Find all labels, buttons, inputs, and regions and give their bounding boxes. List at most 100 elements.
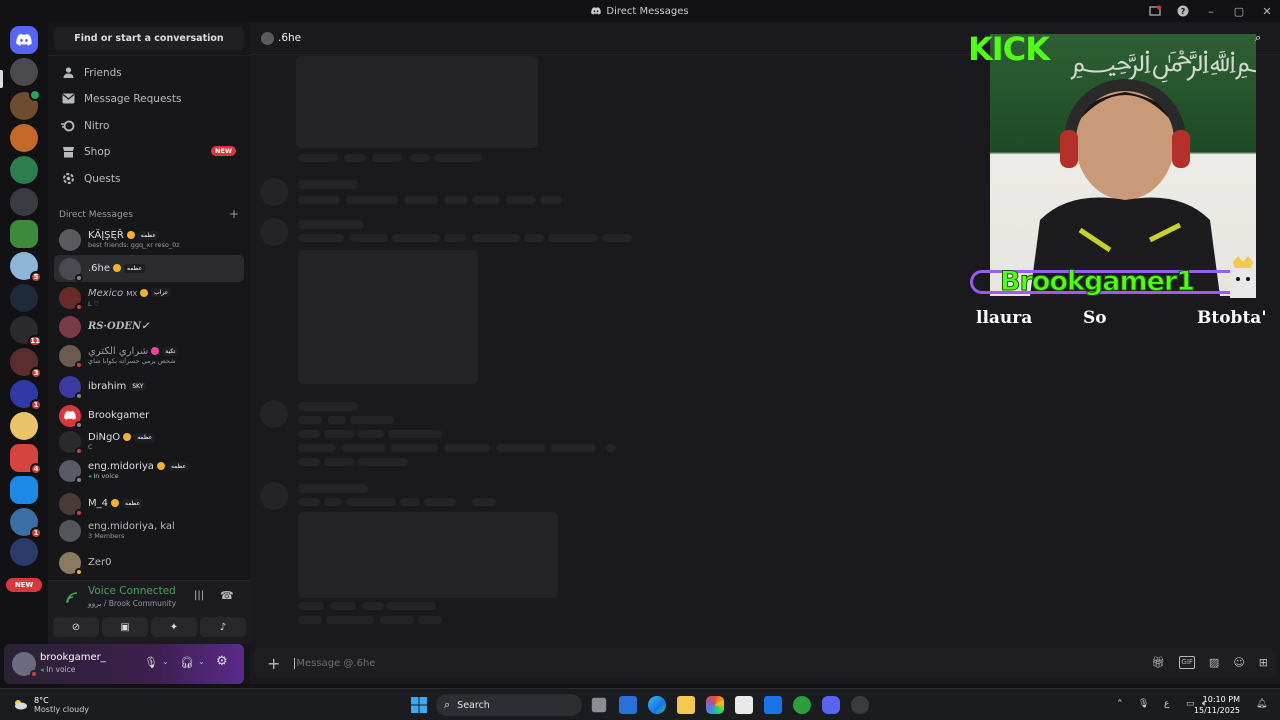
copilot-icon[interactable] xyxy=(706,696,724,714)
home-button[interactable] xyxy=(10,26,38,54)
apps-icon[interactable]: ⊞ xyxy=(1259,656,1268,669)
sticker-icon[interactable]: ▨ xyxy=(1209,656,1219,669)
dm-item[interactable]: Mexico MX عراب L ♡ xyxy=(54,284,244,311)
edge-browser-icon[interactable] xyxy=(648,696,666,714)
minimize-icon[interactable]: – xyxy=(1204,4,1218,18)
voice-status[interactable]: Voice Connected xyxy=(88,585,176,597)
server-icon[interactable]: 1 xyxy=(10,508,42,539)
disconnect-icon[interactable]: ☎ xyxy=(220,589,234,602)
server-icon[interactable] xyxy=(10,538,38,566)
loading-placeholder xyxy=(380,616,414,624)
xbox-icon[interactable] xyxy=(793,696,811,714)
search-icon[interactable]: ⌕ xyxy=(1255,31,1261,45)
voice-server[interactable]: بروو / Brook Community xyxy=(88,599,176,608)
windows-start-icon[interactable] xyxy=(410,696,428,714)
server-icon[interactable]: 4 xyxy=(10,444,42,475)
nav-nitro[interactable]: Nitro xyxy=(54,113,244,138)
server-icon[interactable] xyxy=(10,188,38,216)
dm-item[interactable]: DiNgO عظمه C xyxy=(54,428,244,455)
server-icon[interactable]: 5 xyxy=(10,252,42,283)
mail-icon xyxy=(60,91,76,107)
help-icon[interactable]: ? xyxy=(1176,4,1190,18)
loading-placeholder xyxy=(444,196,468,204)
loading-placeholder xyxy=(404,196,438,204)
file-explorer-icon[interactable] xyxy=(677,696,695,714)
server-icon[interactable] xyxy=(10,476,38,504)
nav-friends[interactable]: Friends xyxy=(54,60,244,85)
server-icon[interactable] xyxy=(10,220,38,248)
server-icon[interactable] xyxy=(10,124,38,152)
loading-placeholder xyxy=(472,196,500,204)
nav-message-requests[interactable]: Message Requests xyxy=(54,86,244,111)
user-avatar[interactable] xyxy=(12,652,38,678)
username[interactable]: brookgamer_ xyxy=(40,652,106,663)
paint-app-icon[interactable] xyxy=(619,696,637,714)
loading-placeholder xyxy=(496,444,546,452)
server-icon[interactable] xyxy=(10,58,38,86)
chevron-down-icon[interactable]: ⌄ xyxy=(162,657,169,666)
microphone-icon[interactable]: 🎙︎ xyxy=(144,656,158,669)
server-icon[interactable]: 11 xyxy=(10,316,42,347)
server-icon[interactable] xyxy=(10,412,38,440)
weather-widget[interactable]: 8°C Mostly cloudy xyxy=(12,695,89,714)
server-icon[interactable]: 3 xyxy=(10,348,42,379)
camera-button[interactable]: ⊘ xyxy=(53,617,99,637)
mail-app-icon[interactable] xyxy=(764,696,782,714)
loading-placeholder xyxy=(550,444,596,452)
dm-item[interactable]: ibrahim SKY xyxy=(54,373,244,400)
noise-suppression-icon[interactable]: ||| xyxy=(194,590,204,601)
loading-placeholder xyxy=(506,196,536,204)
dm-item-active[interactable]: .6he عظمه xyxy=(54,255,244,282)
dm-item[interactable]: eng.midoriya عظمه ◂ In voice xyxy=(54,457,244,484)
close-icon[interactable]: ✕ xyxy=(1260,4,1274,18)
taskbar-search[interactable]: ⌕ Search xyxy=(436,694,582,716)
dm-name-row: KÄĮŞĘŘ عظمه xyxy=(88,230,180,241)
windows-taskbar: 8°C Mostly cloudy ⌕ Search ⌃ 🎙︎ ع ▭ 🔈︎ 1… xyxy=(0,688,1280,720)
screen-share-button[interactable]: ▣ xyxy=(102,617,148,637)
obs-icon[interactable] xyxy=(851,696,869,714)
nav-quests[interactable]: Quests xyxy=(54,166,244,191)
chevron-up-icon[interactable]: ⌃ xyxy=(1116,699,1124,709)
message-input[interactable]: Message @.6he xyxy=(294,657,375,669)
server-icon[interactable] xyxy=(10,89,41,120)
nav-label: Shop xyxy=(84,145,111,158)
loading-placeholder xyxy=(298,484,368,493)
headphones-icon[interactable]: 🎧︎ xyxy=(180,656,194,669)
task-view-icon[interactable] xyxy=(591,697,607,713)
server-icon[interactable]: 1 xyxy=(10,380,42,411)
overlay-label: llaura xyxy=(976,308,1033,328)
notifications-icon[interactable]: 🔔︎ xyxy=(1256,699,1267,709)
add-dm-button[interactable]: + xyxy=(229,208,239,220)
clock[interactable]: 10:10 PM 15/11/2025 xyxy=(1194,694,1240,716)
server-icon[interactable] xyxy=(10,156,38,184)
discord-taskbar-icon[interactable] xyxy=(822,696,840,714)
find-conversation-button[interactable]: Find or start a conversation xyxy=(54,27,244,50)
dm-item[interactable]: Brookgamer xyxy=(54,402,244,429)
maximize-icon[interactable]: ▢ xyxy=(1232,4,1246,18)
dm-item[interactable]: M_4 عظمه xyxy=(54,490,244,517)
nav-shop[interactable]: Shop NEW xyxy=(54,139,244,164)
emoji-picker-icon[interactable]: ☺ xyxy=(1233,656,1244,669)
server-icon[interactable] xyxy=(10,284,38,312)
gift-icon[interactable]: 🎁︎ xyxy=(1151,656,1165,669)
input-language[interactable]: ع xyxy=(1164,699,1169,709)
loading-placeholder xyxy=(434,154,482,162)
microphone-icon[interactable]: 🎙︎ xyxy=(1138,699,1149,709)
inbox-icon[interactable] xyxy=(1148,4,1162,18)
dm-item[interactable]: eng.midoriya, kal 3 Members xyxy=(54,517,244,544)
status-dot xyxy=(75,273,83,282)
activities-button[interactable]: ✦ xyxy=(151,617,197,637)
dm-item[interactable]: KÄĮŞĘŘ عظمه best friends: ggq_xr reso_0z xyxy=(54,226,244,253)
loading-placeholder xyxy=(298,602,324,610)
gear-icon[interactable]: ⚙ xyxy=(216,654,228,669)
dm-item[interactable]: Zer0 xyxy=(54,549,244,576)
add-attachment-icon[interactable]: + xyxy=(267,654,280,673)
store-icon[interactable] xyxy=(735,696,753,714)
dm-item[interactable]: RS·ODEN✓ xyxy=(54,313,244,340)
message-composer[interactable]: + Message @.6he 🎁︎ GIF ▨ ☺ ⊞ xyxy=(254,648,1276,678)
soundboard-button[interactable]: ♪ xyxy=(200,617,246,637)
chevron-down-icon[interactable]: ⌄ xyxy=(198,657,205,666)
user-tag: عظمه xyxy=(167,461,190,471)
gif-icon[interactable]: GIF xyxy=(1179,656,1195,669)
dm-item[interactable]: شراري الكتري تكية شخص يرمي حسراته بكوابا … xyxy=(54,342,244,369)
